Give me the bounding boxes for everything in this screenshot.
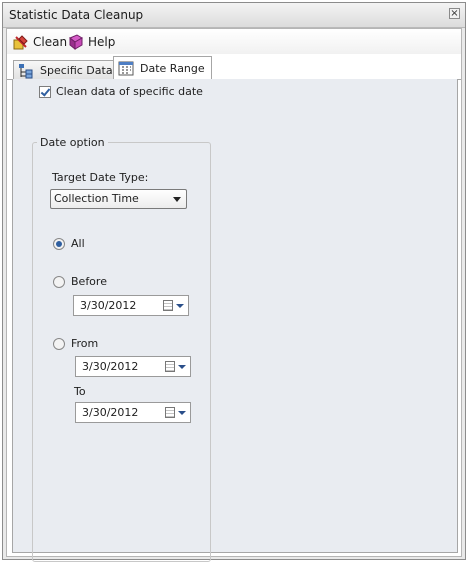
tab-strip: Specific Data Date Range	[7, 55, 461, 80]
clean-label: Clean	[33, 35, 68, 49]
help-book-icon	[68, 34, 84, 51]
window-title: Statistic Data Cleanup	[9, 8, 144, 22]
close-button[interactable]	[449, 8, 460, 19]
calendar-button-icon[interactable]	[165, 361, 175, 372]
clean-specific-date-option[interactable]: Clean data of specific date	[39, 85, 203, 98]
date-dropdown-arrow-icon[interactable]	[178, 411, 186, 415]
tab-date-range[interactable]: Date Range	[113, 56, 212, 80]
to-date-picker[interactable]: 3/30/2012	[75, 402, 191, 423]
target-date-type-select[interactable]: Collection Time	[50, 189, 187, 209]
title-bar[interactable]: Statistic Data Cleanup	[3, 3, 465, 28]
before-date-picker[interactable]: 3/30/2012	[73, 295, 189, 316]
radio-before-option[interactable]: Before	[53, 275, 107, 288]
target-date-type-value: Collection Time	[54, 192, 139, 205]
clean-specific-date-checkbox[interactable]	[39, 85, 51, 98]
clean-specific-date-label: Clean data of specific date	[56, 85, 203, 98]
calendar-button-icon[interactable]	[163, 300, 173, 311]
toolbar: Clean Help	[7, 29, 461, 54]
calendar-button-icon[interactable]	[165, 407, 175, 418]
tab-specific-data[interactable]: Specific Data	[13, 60, 120, 80]
before-date-value: 3/30/2012	[80, 299, 137, 312]
dialog-window: Statistic Data Cleanup Clean	[2, 2, 466, 562]
to-date-value: 3/30/2012	[82, 406, 139, 419]
date-option-title: Date option	[37, 136, 108, 149]
dropdown-arrow-icon	[173, 197, 181, 202]
radio-before-label: Before	[71, 275, 107, 288]
clean-button[interactable]: Clean	[13, 33, 67, 51]
tab-specific-data-label: Specific Data	[40, 64, 113, 77]
radio-from-label: From	[71, 337, 99, 350]
date-dropdown-arrow-icon[interactable]	[176, 304, 184, 308]
tab-date-range-label: Date Range	[140, 61, 205, 75]
calendar-icon	[118, 60, 134, 76]
radio-all-option[interactable]: All	[53, 237, 85, 250]
radio-all[interactable]	[53, 237, 65, 250]
to-label: To	[74, 385, 86, 398]
radio-from[interactable]	[53, 337, 65, 350]
from-date-value: 3/30/2012	[82, 360, 139, 373]
tree-icon	[18, 63, 34, 79]
clean-icon	[13, 34, 29, 50]
from-date-picker[interactable]: 3/30/2012	[75, 356, 191, 377]
radio-before[interactable]	[53, 275, 65, 288]
dialog-content: Clean Help Specific Data Date Range Clea…	[6, 28, 462, 562]
help-label: Help	[88, 35, 116, 49]
radio-from-option[interactable]: From	[53, 337, 98, 350]
target-date-type-label: Target Date Type:	[52, 171, 149, 184]
help-button[interactable]: Help	[68, 33, 115, 51]
radio-all-label: All	[71, 237, 85, 250]
date-dropdown-arrow-icon[interactable]	[178, 365, 186, 369]
date-range-panel: Clean data of specific date Date option …	[12, 79, 458, 562]
